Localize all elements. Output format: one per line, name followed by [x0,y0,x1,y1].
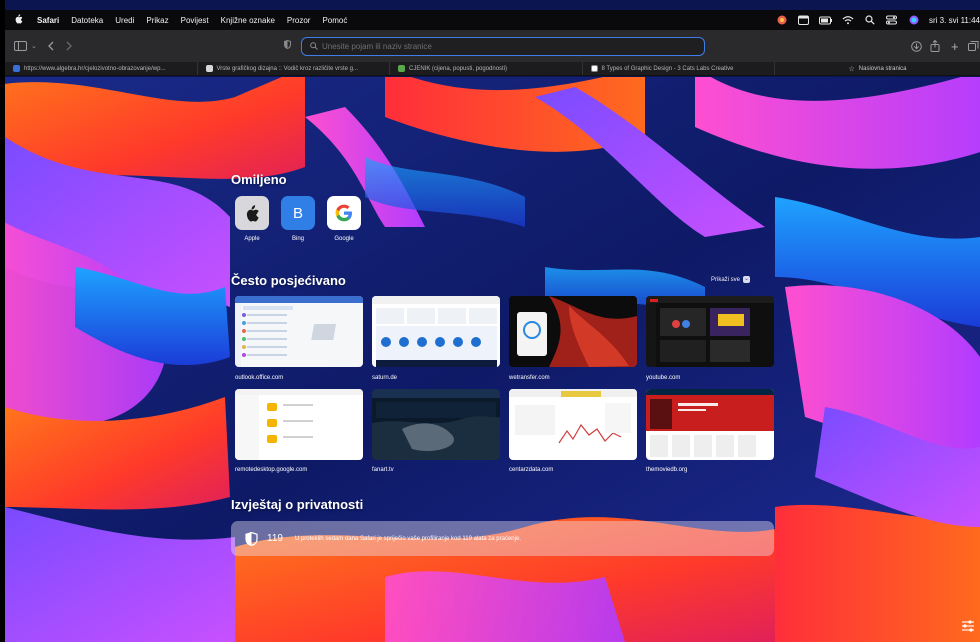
show-all-button[interactable]: Prikaži sve ⌄ [711,276,751,283]
safari-toolbar: ⌄ + [5,30,980,62]
privacy-shield-icon[interactable] [284,39,291,51]
menu-help[interactable]: Pomoć [316,16,353,25]
remotedesktop-preview-image [235,389,363,460]
tab-label: https://www.algebra.hr/cjelozivotno-obra… [24,65,166,72]
favorite-label: Google [334,236,354,242]
thumbnail-label: centarzdata.com [509,467,554,473]
bing-icon: B [281,196,315,230]
thumbnail-youtube[interactable] [646,296,774,367]
tab-favicon-icon [13,65,20,72]
tab-algebra[interactable]: https://www.algebra.hr/cjelozivotno-obra… [5,62,198,75]
share-icon[interactable] [930,35,940,57]
thumbnail-outlook[interactable] [235,296,363,367]
outlook-preview-image [235,296,363,367]
status-bar: sri 3. svi 11:44 [775,10,980,30]
tab-favicon-icon [590,65,598,72]
thumbnail-label: fanart.tv [372,467,394,473]
saturn-preview-image [372,296,500,367]
start-page-settings-icon[interactable] [961,620,975,632]
thumbnail-label: saturn.de [372,375,398,381]
thumbnail-themoviedb[interactable] [646,389,774,460]
menu-app-safari[interactable]: Safari [31,16,65,25]
tab-vrste-dizajna[interactable]: Vrste grafičkog dizajna :: Vodič kroz ra… [198,62,390,75]
frequently-visited-title: Često posjećivano [231,273,346,288]
chevron-down-icon: ⌄ [743,276,751,283]
favorite-label: Bing [291,236,304,242]
fanart-preview-image [372,389,500,460]
youtube-preview-image [646,296,774,367]
privacy-message: U proteklih sedam dana Safari je spriječ… [294,535,521,542]
address-bar[interactable] [301,37,705,56]
sidebar-toggle-icon[interactable] [14,35,27,57]
privacy-report-card[interactable]: 119 U proteklih sedam dana Safari je spr… [231,521,774,556]
menu-view[interactable]: Prikaz [140,16,174,25]
menu-bookmarks[interactable]: Knjižne oznake [215,16,281,25]
battery-status-icon[interactable] [819,15,833,26]
menu-file[interactable]: Datoteka [65,16,109,25]
tab-overview-icon[interactable] [968,35,979,57]
shield-icon [245,531,258,546]
tab-label: 8 Types of Graphic Design - 3 Cats Labs … [601,65,734,72]
calendar-status-icon[interactable] [797,15,810,26]
app-status-icon[interactable] [775,15,788,26]
trackers-count: 119 [267,533,283,544]
favorite-apple[interactable]: Apple [233,196,271,242]
tab-bar: https://www.algebra.hr/cjelozivotno-obra… [5,62,980,76]
thumbnail-saturn[interactable] [372,296,500,367]
forward-icon[interactable] [65,35,73,57]
menu-history[interactable]: Povijest [175,16,215,25]
tab-label: Vrste grafičkog dizajna :: Vodič kroz ra… [216,65,359,72]
tab-label: CJENIK (cijena, popusti, pogodnosti) [409,65,508,72]
menu-edit[interactable]: Uredi [109,16,140,25]
tab-label: Nasiovna stranica [858,65,907,72]
tab-cjenik[interactable]: CJENIK (cijena, popusti, pogodnosti) [390,62,583,75]
centarzdata-preview-image [509,389,637,444]
thumbnail-fanart[interactable] [372,389,500,460]
wetransfer-preview-image [509,296,637,367]
thumbnail-label: youtube.com [646,375,681,381]
control-center-icon[interactable] [885,15,898,26]
new-tab-plus-icon[interactable]: + [951,35,959,57]
siri-icon[interactable] [907,15,920,26]
thumbnail-remotedesktop[interactable] [235,389,363,460]
favorite-google[interactable]: Google [325,196,363,242]
downloads-icon[interactable] [911,35,922,57]
tab-favicon-icon [398,65,405,72]
chevron-down-icon[interactable]: ⌄ [31,35,37,57]
show-all-label: Prikaži sve [711,276,741,283]
star-icon: ☆ [848,65,855,73]
tab-start-page[interactable]: ☆ Nasiovna stranica [775,62,980,75]
favorites-title: Omiljeno [231,172,287,187]
favorite-bing[interactable]: B Bing [279,196,317,242]
google-icon [327,196,361,230]
themoviedb-preview-image [646,389,774,457]
back-icon[interactable] [47,35,55,57]
menu-window[interactable]: Prozor [281,16,317,25]
tab-favicon-icon [205,65,213,72]
menubar-clock[interactable]: sri 3. svi 11:44 [929,16,980,25]
wifi-icon[interactable] [841,15,854,26]
search-input[interactable] [322,42,682,51]
spotlight-search-icon[interactable] [863,15,876,26]
thumbnail-label: outlook.office.com [235,375,284,381]
thumbnail-label: wetransfer.com [509,375,550,381]
thumbnail-label: themoviedb.org [646,467,688,473]
favorite-label: Apple [244,236,260,242]
safari-window: Safari Datoteka Uredi Prikaz Povijest Kn… [5,0,980,642]
thumbnail-wetransfer[interactable] [509,296,637,367]
privacy-report-title: Izvještaj o privatnosti [231,497,364,512]
apple-icon [235,196,269,230]
menu-bar: Safari Datoteka Uredi Prikaz Povijest Kn… [5,10,980,30]
thumbnail-label: remotedesktop.google.com [235,467,308,473]
tab-graphic-design[interactable]: 8 Types of Graphic Design - 3 Cats Labs … [583,62,775,75]
thumbnail-centarzdata[interactable] [509,389,637,460]
apple-menu-icon[interactable] [5,13,31,27]
search-icon [310,41,318,52]
